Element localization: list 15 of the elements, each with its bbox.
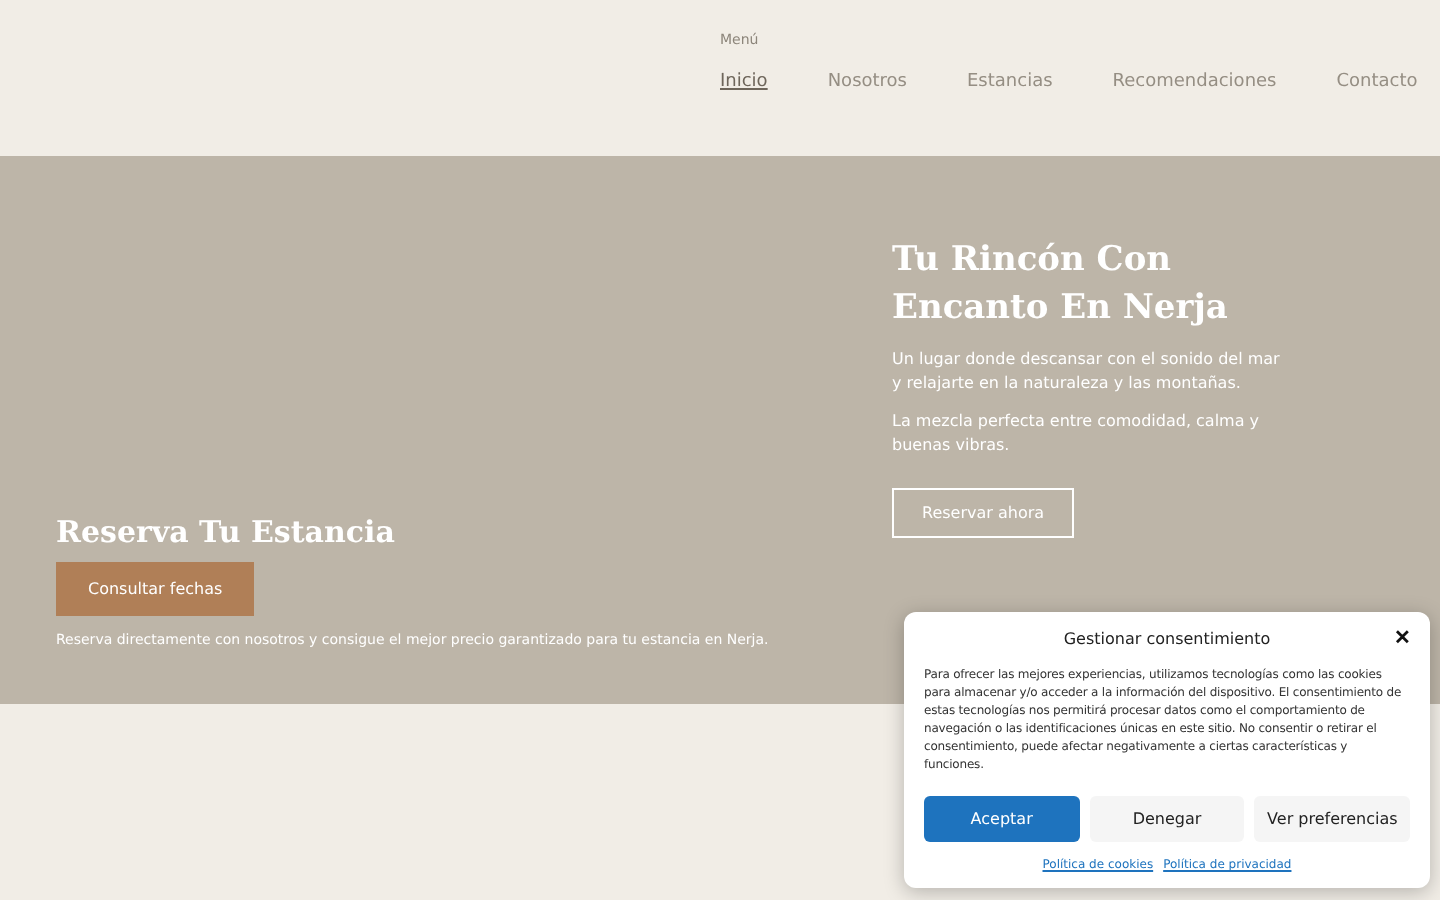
hero-title: Tu Rincón Con Encanto En Nerja (892, 238, 1230, 332)
nav-link[interactable]: Inicio (720, 72, 768, 92)
nav-link[interactable]: Recomendaciones (1112, 72, 1277, 92)
consent-button[interactable]: Ver preferencias (1254, 796, 1411, 842)
hero-text: Un lugar donde descansar con el sonido del mar y relajarte en la naturaleza y las montañas. (892, 348, 1282, 396)
booking-title: Reserva Tu Estancia (56, 514, 397, 550)
dialog-title: Gestionar consentimiento (1063, 630, 1271, 648)
close-button[interactable]: ✕ (1394, 626, 1410, 650)
consent-button[interactable]: Denegar (1089, 796, 1245, 842)
check-dates-button[interactable]: Consultar fechas (56, 562, 255, 616)
nav-link[interactable]: Estancias (967, 72, 1053, 92)
nav-link[interactable]: Nosotros (827, 72, 907, 92)
accept-button[interactable]: Aceptar (924, 796, 1080, 842)
nav-link[interactable]: Contacto (1336, 72, 1418, 92)
hero-text: La mezcla perfecta entre comodidad, calma y buenas vibras. (892, 410, 1262, 458)
